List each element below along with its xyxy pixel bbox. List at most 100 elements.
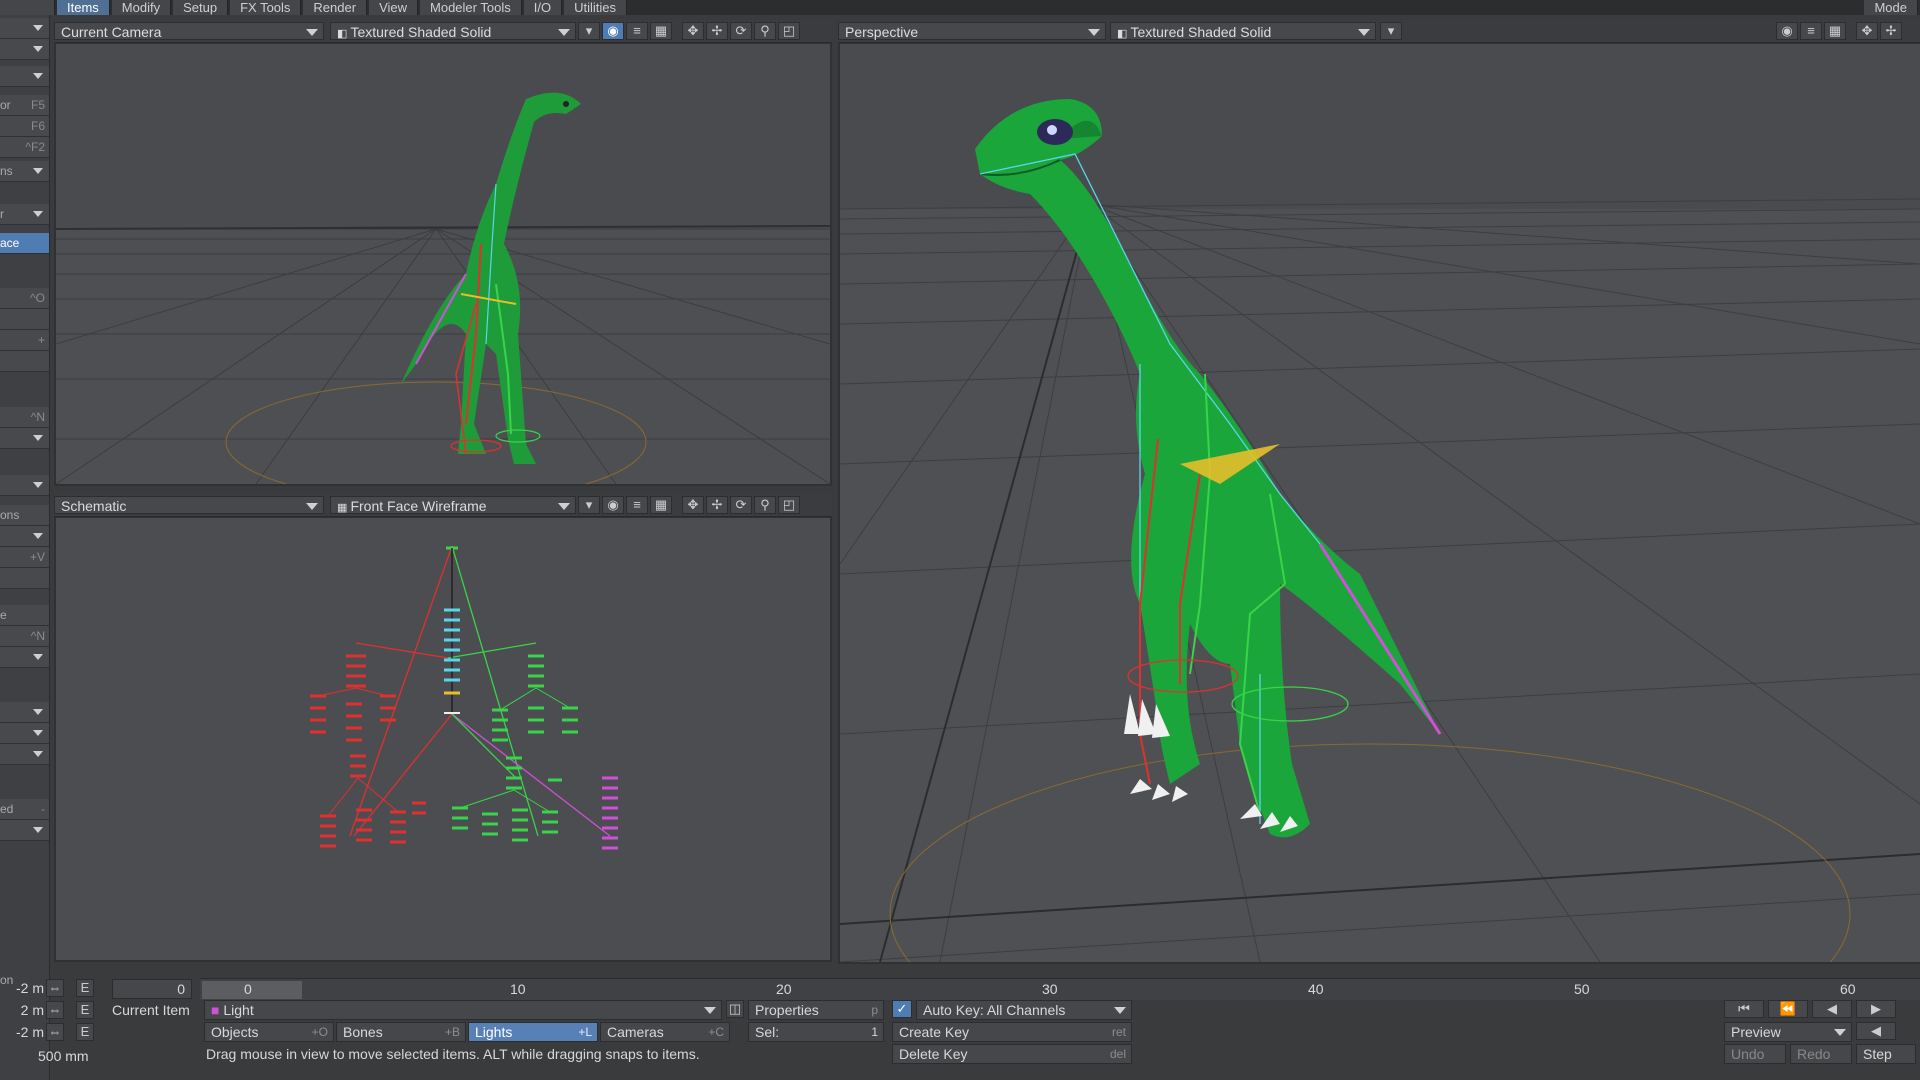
pan-icon-2[interactable]: ✢ bbox=[706, 496, 728, 514]
save-icon-3[interactable]: ▦ bbox=[1824, 22, 1846, 40]
camera-icon[interactable]: ◉ bbox=[602, 22, 624, 40]
left-item-blank-2[interactable] bbox=[0, 351, 49, 372]
menu-tab-modeler-tools[interactable]: Modeler Tools bbox=[420, 0, 522, 15]
view-options-dropdown-3[interactable]: ▾ bbox=[1380, 22, 1402, 40]
pan-icon[interactable]: ✢ bbox=[706, 22, 728, 40]
current-item-select[interactable]: ■ Light bbox=[204, 1000, 722, 1020]
menu-tab-io[interactable]: I/O bbox=[523, 0, 563, 15]
zoom-icon[interactable]: ⚲ bbox=[754, 22, 776, 40]
left-dropdown-9[interactable] bbox=[0, 723, 49, 744]
move-view-icon[interactable]: ✥ bbox=[682, 22, 704, 40]
render-mode-select[interactable]: ◧ Textured Shaded Solid bbox=[330, 22, 576, 40]
list-icon-3[interactable]: ≡ bbox=[1800, 22, 1822, 40]
left-dropdown-10[interactable] bbox=[0, 744, 49, 765]
left-item-ns[interactable]: ns bbox=[0, 161, 49, 182]
position-x-envelope[interactable]: E bbox=[76, 979, 94, 997]
play-icon[interactable]: ▶ bbox=[1856, 1000, 1896, 1018]
render-mode-select-right[interactable]: ◧ Textured Shaded Solid bbox=[1110, 22, 1376, 40]
maximize-icon-2[interactable]: ◰ bbox=[778, 496, 800, 514]
left-dropdown-6[interactable] bbox=[0, 526, 49, 547]
left-dropdown-11[interactable] bbox=[0, 820, 49, 841]
position-y-stepper[interactable]: ⇔ bbox=[46, 1001, 64, 1019]
step-button[interactable]: Step bbox=[1856, 1044, 1916, 1064]
left-dropdown-1[interactable] bbox=[0, 18, 49, 39]
view-options-dropdown-2[interactable]: ▾ bbox=[578, 496, 600, 514]
move-view-icon-2[interactable]: ✥ bbox=[682, 496, 704, 514]
camera-view-canvas[interactable] bbox=[56, 44, 830, 484]
camera-icon-3[interactable]: ◉ bbox=[1776, 22, 1798, 40]
save-icon[interactable]: ▦ bbox=[650, 22, 672, 40]
objects-button[interactable]: Objects +O bbox=[204, 1022, 334, 1042]
create-key-button[interactable]: Create Key ret bbox=[892, 1022, 1132, 1042]
left-item-blank-3[interactable] bbox=[0, 568, 49, 589]
list-icon[interactable]: ≡ bbox=[626, 22, 648, 40]
cameras-button[interactable]: Cameras +C bbox=[600, 1022, 730, 1042]
menu-tab-render[interactable]: Render bbox=[303, 0, 368, 15]
left-item-or[interactable]: or F5 bbox=[0, 95, 49, 116]
left-item-r[interactable]: r bbox=[0, 204, 49, 225]
redo-button[interactable]: Redo bbox=[1790, 1044, 1852, 1064]
maximize-icon[interactable]: ◰ bbox=[778, 22, 800, 40]
left-dropdown-8[interactable] bbox=[0, 702, 49, 723]
preview-select[interactable]: Preview bbox=[1724, 1022, 1852, 1042]
left-item-blank-1[interactable] bbox=[0, 309, 49, 330]
menu-tab-fx-tools[interactable]: FX Tools bbox=[230, 0, 302, 15]
left-dropdown-5[interactable] bbox=[0, 475, 49, 496]
left-item-ed[interactable]: ed - bbox=[0, 799, 49, 820]
move-view-icon-3[interactable]: ✥ bbox=[1856, 22, 1878, 40]
menu-tab-modify[interactable]: Modify bbox=[111, 0, 172, 15]
menu-tab-setup[interactable]: Setup bbox=[173, 0, 229, 15]
zoom-icon-2[interactable]: ⚲ bbox=[754, 496, 776, 514]
item-panel-icon[interactable]: ◫ bbox=[726, 1000, 744, 1018]
left-dropdown-2[interactable] bbox=[0, 39, 49, 60]
perspective-select[interactable]: Perspective bbox=[838, 22, 1106, 40]
left-item-n[interactable]: ^N bbox=[0, 407, 49, 428]
left-item-plus[interactable]: + bbox=[0, 330, 49, 351]
left-dropdown-4[interactable] bbox=[0, 428, 49, 449]
perspective-canvas[interactable] bbox=[840, 44, 1920, 962]
undo-button[interactable]: Undo bbox=[1724, 1044, 1786, 1064]
previous-key-icon[interactable]: ⏪ bbox=[1768, 1000, 1808, 1018]
timeline-scrubber[interactable] bbox=[202, 981, 302, 999]
menu-tab-view[interactable]: View bbox=[369, 0, 419, 15]
go-to-start-icon[interactable]: ⏮ bbox=[1724, 1000, 1764, 1018]
left-item-n2[interactable]: ^N bbox=[0, 626, 49, 647]
properties-button[interactable]: Properties p bbox=[748, 1000, 884, 1020]
position-z-stepper[interactable]: ⇔ bbox=[46, 1023, 64, 1041]
save-icon-2[interactable]: ▦ bbox=[650, 496, 672, 514]
reverse-play-icon[interactable]: ◀ bbox=[1856, 1022, 1896, 1040]
list-icon-2[interactable]: ≡ bbox=[626, 496, 648, 514]
current-frame-field[interactable]: 0 bbox=[112, 979, 192, 999]
rotate-icon[interactable]: ⟳ bbox=[730, 22, 752, 40]
wireframe-mode-select[interactable]: ▦ Front Face Wireframe bbox=[330, 496, 576, 514]
camera-select[interactable]: Current Camera bbox=[54, 22, 324, 40]
position-x-stepper[interactable]: ⇔ bbox=[46, 979, 64, 997]
step-back-icon[interactable]: ◀ bbox=[1812, 1000, 1852, 1018]
left-item-ace[interactable]: ace bbox=[0, 233, 49, 254]
view-options-dropdown[interactable]: ▾ bbox=[578, 22, 600, 40]
schematic-canvas[interactable] bbox=[56, 518, 830, 960]
left-dropdown-7[interactable] bbox=[0, 647, 49, 668]
pan-icon-3[interactable]: ✢ bbox=[1880, 22, 1902, 40]
left-item-ons[interactable]: ons bbox=[0, 505, 49, 526]
left-dropdown-3[interactable] bbox=[0, 66, 49, 87]
mode-label[interactable]: Mode bbox=[1864, 0, 1918, 15]
left-item-f6[interactable]: F6 bbox=[0, 116, 49, 137]
delete-key-button[interactable]: Delete Key del bbox=[892, 1044, 1132, 1064]
menu-dropdown[interactable] bbox=[0, 0, 55, 15]
lights-button[interactable]: Lights +L bbox=[468, 1022, 598, 1042]
schematic-select[interactable]: Schematic bbox=[54, 496, 324, 514]
left-item-f2[interactable]: ^F2 bbox=[0, 137, 49, 158]
position-y-envelope[interactable]: E bbox=[76, 1001, 94, 1019]
auto-key-select[interactable]: Auto Key: All Channels bbox=[916, 1000, 1132, 1020]
menu-tab-items[interactable]: Items bbox=[57, 0, 110, 15]
bones-button[interactable]: Bones +B bbox=[336, 1022, 466, 1042]
left-item-v[interactable]: +V bbox=[0, 547, 49, 568]
position-z-envelope[interactable]: E bbox=[76, 1023, 94, 1041]
menu-tab-utilities[interactable]: Utilities bbox=[564, 0, 627, 15]
left-item-o[interactable]: ^O bbox=[0, 288, 49, 309]
timeline-ruler[interactable]: 0 10 20 30 40 50 60 bbox=[200, 978, 1920, 1000]
rotate-icon-2[interactable]: ⟳ bbox=[730, 496, 752, 514]
camera-icon-2[interactable]: ◉ bbox=[602, 496, 624, 514]
auto-key-checkbox[interactable]: ✓ bbox=[892, 1000, 912, 1018]
